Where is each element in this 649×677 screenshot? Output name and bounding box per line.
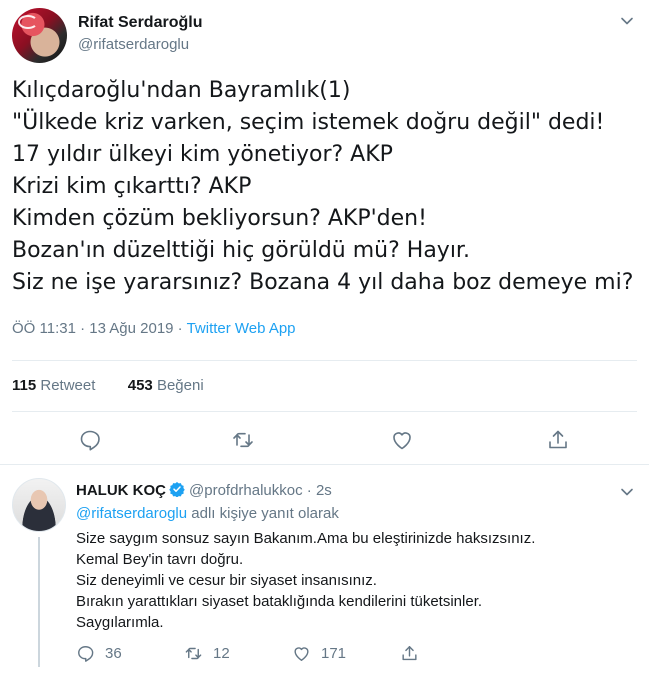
tweet-text: Kılıçdaroğlu'ndan Bayramlık(1) "Ülkede k… xyxy=(12,75,642,299)
tweet-stats: 115 Retweet 453 Beğeni xyxy=(12,377,204,394)
reply-tweet[interactable]: HALUK KOÇ @profdrhalukkoc · 2s @rifatser… xyxy=(0,465,649,677)
reply-line: Kemal Bey'in tavrı doğru. xyxy=(76,551,244,568)
reply-text: Size saygım sonsuz sayın Bakanım.Ama bu … xyxy=(76,528,636,633)
avatar[interactable] xyxy=(12,478,66,532)
replying-label: adlı kişiye yanıt olarak xyxy=(187,505,339,522)
share-icon[interactable] xyxy=(546,428,570,452)
reply-line: Bırakın yarattıkları siyaset bataklığınd… xyxy=(76,593,483,610)
tweet-line: Kılıçdaroğlu'ndan Bayramlık(1) xyxy=(12,78,351,103)
retweet-button[interactable]: 12 xyxy=(184,643,230,663)
reply-icon[interactable] xyxy=(78,428,102,452)
like-button[interactable]: 171 xyxy=(292,643,346,663)
chevron-down-icon[interactable] xyxy=(620,14,634,28)
like-icon xyxy=(294,646,309,661)
reply-icon xyxy=(78,645,94,662)
thread-line xyxy=(38,537,40,667)
retweet-label[interactable]: Retweet xyxy=(40,377,95,394)
like-label[interactable]: Beğeni xyxy=(157,377,204,394)
timestamp[interactable]: ÖÖ 11:31 · 13 Ağu 2019 · xyxy=(12,320,187,337)
divider xyxy=(12,360,637,361)
like-count: 171 xyxy=(321,644,347,662)
reply-button[interactable]: 36 xyxy=(76,643,122,663)
chevron-down-icon[interactable] xyxy=(620,485,634,499)
display-name[interactable]: HALUK KOÇ xyxy=(76,482,166,499)
tweet-meta: ÖÖ 11:31 · 13 Ağu 2019 · Twitter Web App xyxy=(12,320,296,337)
retweet-count[interactable]: 115 xyxy=(12,377,36,394)
retweet-icon[interactable] xyxy=(231,428,255,452)
retweet-icon xyxy=(185,647,202,659)
reply-line: Siz deneyimli ve cesur bir siyaset insan… xyxy=(76,572,377,589)
tweet-line: Siz ne işe yararsınız? Bozana 4 yıl daha… xyxy=(12,270,634,295)
tweet-line: Krizi kim çıkarttı? AKP xyxy=(12,174,252,199)
reply-count: 36 xyxy=(105,644,122,662)
tweet-actions xyxy=(0,428,649,452)
divider xyxy=(12,411,637,412)
replying-to: @rifatserdaroglu adlı kişiye yanıt olara… xyxy=(76,505,339,522)
avatar[interactable] xyxy=(12,8,67,63)
like-icon[interactable] xyxy=(390,428,414,452)
verified-icon xyxy=(169,482,185,497)
tweet-header: Rifat Serdaroğlu @rifatserdaroglu xyxy=(12,8,637,64)
share-icon xyxy=(402,645,417,660)
reply-actions: 36 12 171 xyxy=(76,643,476,663)
display-name[interactable]: Rifat Serdaroğlu xyxy=(78,14,202,32)
tweet-line: 17 yıldır ülkeyi kim yönetiyor? AKP xyxy=(12,142,393,167)
like-count[interactable]: 453 xyxy=(128,377,153,394)
mention-link[interactable]: @rifatserdaroglu xyxy=(76,505,187,522)
tweet-line: "Ülkede kriz varken, seçim istemek doğru… xyxy=(12,110,605,135)
reply-line: Size saygım sonsuz sayın Bakanım.Ama bu … xyxy=(76,530,536,547)
source-link[interactable]: Twitter Web App xyxy=(187,320,296,337)
tweet-line: Kimden çözüm bekliyorsun? AKP'den! xyxy=(12,206,427,231)
user-handle[interactable]: @rifatserdaroglu xyxy=(78,36,189,53)
reply-line: Saygılarımla. xyxy=(76,614,164,631)
reply-header: HALUK KOÇ @profdrhalukkoc · 2s xyxy=(76,481,332,499)
tweet-line: Bozan'ın düzelttiği hiç görüldü mü? Hayı… xyxy=(12,238,470,263)
share-button[interactable] xyxy=(400,643,429,663)
user-handle[interactable]: @profdrhalukkoc · 2s xyxy=(189,482,332,499)
retweet-count: 12 xyxy=(213,644,230,662)
